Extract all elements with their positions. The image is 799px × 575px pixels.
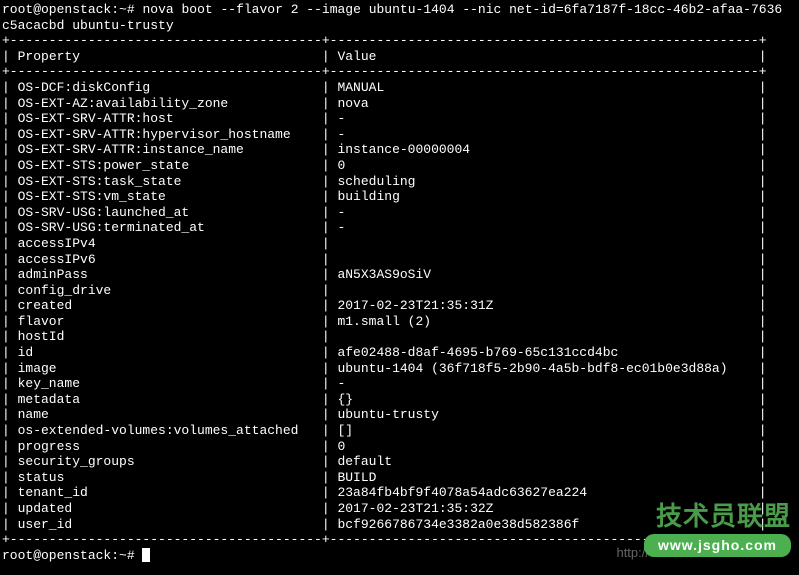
prompt-line-2[interactable]: root@openstack:~# xyxy=(2,548,150,563)
table-top-border: +---------------------------------------… xyxy=(2,33,767,48)
watermark: 技术员联盟 www.jsgho.com xyxy=(644,501,791,557)
command-text: nova boot --flavor 2 --image ubuntu-1404… xyxy=(142,2,782,17)
prompt-line: root@openstack:~# nova boot --flavor 2 -… xyxy=(2,2,782,17)
terminal-output: root@openstack:~# nova boot --flavor 2 -… xyxy=(2,2,797,563)
table-header-border: +---------------------------------------… xyxy=(2,64,767,79)
header-value: Value xyxy=(337,49,750,64)
watermark-domain-box: www.jsgho.com xyxy=(644,534,791,557)
table-body: | OS-DCF:diskConfig | MANUAL | | OS-EXT-… xyxy=(2,80,767,532)
table-header-row: | Property | Value | xyxy=(2,49,767,64)
watermark-cn-text: 技术员联盟 xyxy=(644,501,791,532)
cursor xyxy=(142,548,150,562)
header-property: Property xyxy=(18,49,314,64)
command-continuation: c5acacbd ubuntu-trusty xyxy=(2,18,174,33)
